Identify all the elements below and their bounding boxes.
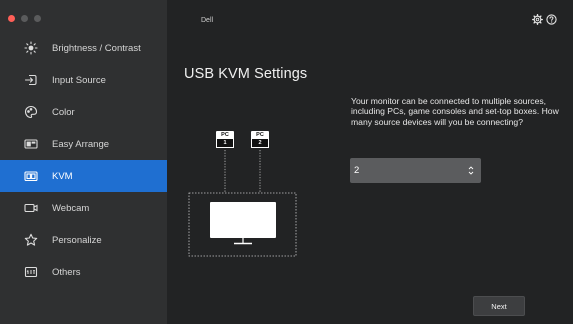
easy-arrange-icon [24, 137, 38, 151]
pc-badge-1: PC 1 [216, 131, 234, 148]
sidebar: Brightness / Contrast Input Source Color… [0, 0, 167, 324]
window-controls [8, 15, 41, 22]
main-content: Dell USB KVM Settings PC 1 PC 2 Your mon… [167, 0, 573, 324]
source-count-value: 2 [354, 165, 360, 176]
pc-label: PC [251, 131, 269, 139]
source-count-select[interactable]: 2 [350, 158, 481, 183]
sidebar-item-webcam[interactable]: Webcam [0, 192, 167, 224]
sidebar-item-label: Webcam [52, 202, 90, 214]
sidebar-nav: Brightness / Contrast Input Source Color… [0, 32, 167, 288]
minimize-window-button[interactable] [21, 15, 28, 22]
sidebar-item-brightness-contrast[interactable]: Brightness / Contrast [0, 32, 167, 64]
monitor-screen-icon [210, 202, 276, 238]
brightness-icon [24, 41, 38, 55]
maximize-window-button[interactable] [34, 15, 41, 22]
pc-number: 2 [251, 139, 269, 148]
sidebar-item-label: Brightness / Contrast [52, 42, 141, 54]
sidebar-item-others[interactable]: Others [0, 256, 167, 288]
close-window-button[interactable] [8, 15, 15, 22]
sidebar-item-label: Easy Arrange [52, 138, 110, 150]
others-icon [24, 265, 38, 279]
star-icon [24, 233, 38, 247]
sidebar-item-kvm[interactable]: KVM [0, 160, 167, 192]
sidebar-item-label: Input Source [52, 74, 106, 86]
chevron-up-down-icon [468, 166, 474, 175]
app-window: Brightness / Contrast Input Source Color… [0, 0, 573, 324]
kvm-icon [24, 169, 38, 183]
pc-badge-2: PC 2 [251, 131, 269, 148]
sidebar-item-label: Personalize [52, 234, 102, 246]
sidebar-item-personalize[interactable]: Personalize [0, 224, 167, 256]
sidebar-item-easy-arrange[interactable]: Easy Arrange [0, 128, 167, 160]
next-button[interactable]: Next [473, 296, 525, 316]
color-palette-icon [24, 105, 38, 119]
kvm-description: Your monitor can be connected to multipl… [351, 96, 559, 127]
sidebar-item-color[interactable]: Color [0, 96, 167, 128]
input-source-icon [24, 73, 38, 87]
sidebar-item-label: Color [52, 106, 75, 118]
sidebar-item-label: Others [52, 266, 81, 278]
pc-number: 1 [216, 139, 234, 148]
pc-label: PC [216, 131, 234, 139]
webcam-icon [24, 201, 38, 215]
sidebar-item-input-source[interactable]: Input Source [0, 64, 167, 96]
sidebar-item-label: KVM [52, 170, 73, 182]
